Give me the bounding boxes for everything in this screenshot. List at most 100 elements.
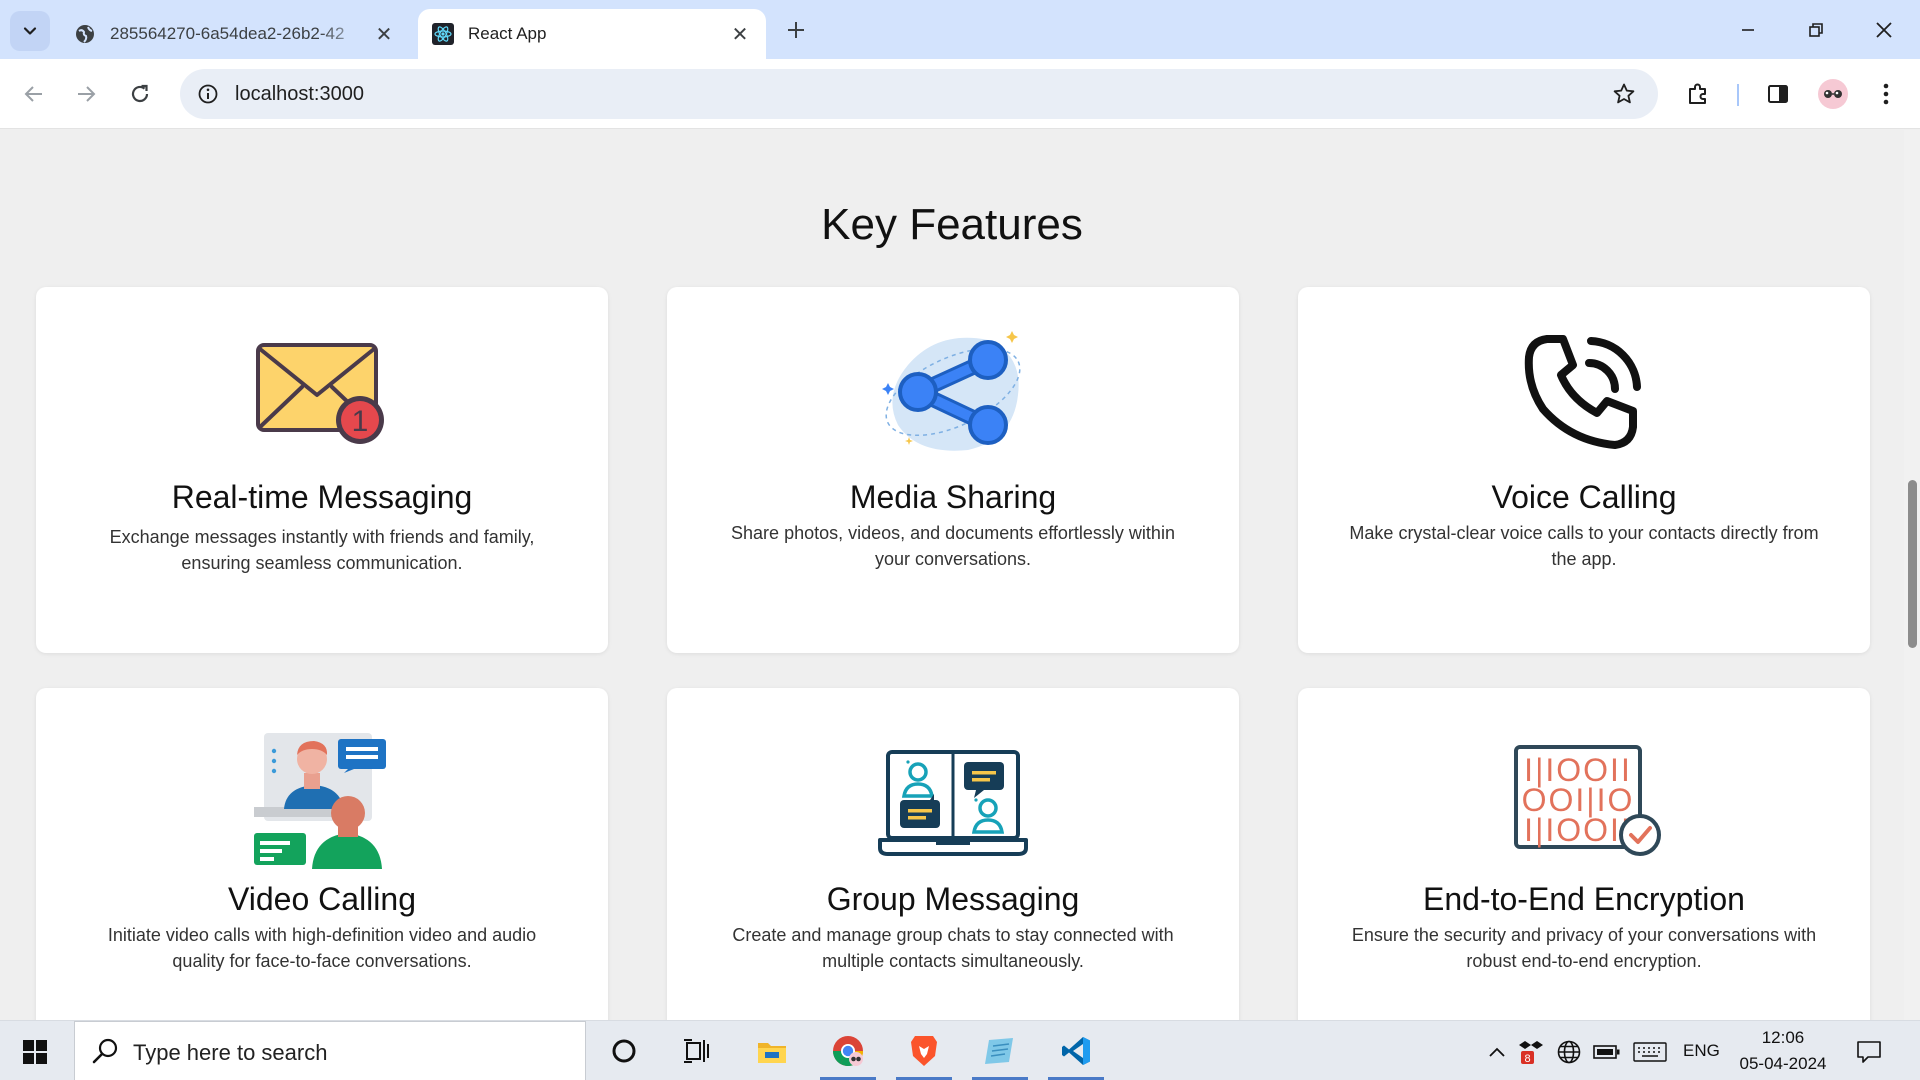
cortana-circle-icon <box>612 1039 636 1063</box>
dropbox-badge-icon: 8 <box>1519 1041 1543 1065</box>
browser-tab-react-app[interactable]: React App ✕ <box>418 9 766 59</box>
close-window-button[interactable] <box>1862 10 1906 50</box>
minimize-icon <box>1742 29 1754 31</box>
globe-network-icon <box>1557 1040 1581 1064</box>
globe-icon <box>74 23 96 45</box>
chrome-icon <box>833 1036 863 1067</box>
tab-title: React App <box>468 24 547 43</box>
feature-card-voice-calling: Voice Calling Make crystal-clear voice c… <box>1298 287 1870 653</box>
reload-icon <box>131 84 149 103</box>
profile-avatar[interactable] <box>1815 76 1851 112</box>
laptop-group-chat-icon <box>667 728 1239 878</box>
notification-badge-count: 1 <box>352 405 369 438</box>
vscode-taskbar-button[interactable] <box>1040 1021 1112 1080</box>
windows-taskbar: Type here to search 8 ENG 12:06 05-04-20… <box>0 1020 1920 1080</box>
share-icon <box>667 317 1239 467</box>
cortana-button[interactable] <box>588 1021 660 1080</box>
page-scrollbar[interactable] <box>1904 130 1920 1020</box>
extensions-button[interactable] <box>1680 76 1716 112</box>
taskbar-search-box[interactable]: Type here to search <box>74 1021 586 1080</box>
browser-tab-image[interactable]: 285564270-6a54dea2-26b2-42 ✕ <box>60 9 410 59</box>
back-button[interactable] <box>14 74 54 114</box>
feature-card-video-calling: Video Calling Initiate video calls with … <box>36 688 608 1020</box>
page-viewport: Key Features 1 Real-time Messaging Excha… <box>0 130 1920 1020</box>
feature-title: Voice Calling <box>1491 479 1677 515</box>
feature-card-media-sharing: Media Sharing Share photos, videos, and … <box>667 287 1239 653</box>
start-button[interactable] <box>15 1035 55 1069</box>
new-tab-button[interactable] <box>780 14 812 46</box>
avatar-icon <box>1818 79 1848 109</box>
phone-call-icon <box>1298 317 1870 467</box>
clock-time: 12:06 <box>1761 1028 1805 1047</box>
search-placeholder: Type here to search <box>133 1040 328 1065</box>
file-explorer-button[interactable] <box>736 1021 808 1080</box>
minimize-button[interactable] <box>1726 10 1770 50</box>
vscode-icon <box>1062 1037 1090 1065</box>
forward-button[interactable] <box>66 74 106 114</box>
side-panel-button[interactable] <box>1760 76 1796 112</box>
binary-row: I|IOOII <box>1524 812 1632 848</box>
feature-description: Ensure the security and privacy of your … <box>1351 925 1817 971</box>
feature-card-realtime-messaging: 1 Real-time Messaging Exchange messages … <box>36 287 608 653</box>
browser-toolbar: localhost:3000 <box>0 59 1920 129</box>
brave-lion-icon <box>911 1036 937 1066</box>
system-clock[interactable]: 12:06 05-04-2024 <box>1730 1025 1836 1077</box>
side-panel-icon <box>1768 85 1788 103</box>
browser-menu-button[interactable] <box>1868 76 1904 112</box>
notification-icon <box>1857 1041 1881 1063</box>
battery-icon <box>1593 1045 1620 1059</box>
tab-search-button[interactable] <box>10 11 50 51</box>
binary-encryption-icon: I|IOOII OOI|IO I|IOOII <box>1298 724 1870 874</box>
feature-card-group-messaging: Group Messaging Create and manage group … <box>667 688 1239 1020</box>
video-call-illustration <box>36 724 608 874</box>
network-button[interactable] <box>1554 1039 1584 1065</box>
feature-title: Video Calling <box>228 881 416 917</box>
close-icon <box>1876 22 1892 38</box>
browser-tab-strip: 285564270-6a54dea2-26b2-42 ✕ React App ✕ <box>0 0 1920 59</box>
tab-title: 285564270-6a54dea2-26b2-42 <box>110 24 345 43</box>
reload-button[interactable] <box>120 74 160 114</box>
notepad-taskbar-button[interactable] <box>964 1021 1036 1080</box>
bookmark-star-icon[interactable] <box>1610 80 1638 108</box>
brave-taskbar-button[interactable] <box>888 1021 960 1080</box>
battery-button[interactable] <box>1590 1039 1624 1065</box>
input-language-indicator[interactable]: ENG <box>1683 1041 1720 1061</box>
feature-title: Media Sharing <box>849 479 1057 515</box>
tray-badge-count: 8 <box>1524 1053 1530 1065</box>
task-view-icon <box>684 1039 709 1063</box>
tray-app-icon[interactable]: 8 <box>1516 1039 1546 1065</box>
toolbar-separator <box>1737 84 1739 106</box>
feature-description: Exchange messages instantly with friends… <box>109 527 535 573</box>
site-info-icon[interactable] <box>192 78 224 110</box>
show-hidden-icons-button[interactable] <box>1482 1039 1512 1065</box>
close-tab-icon[interactable]: ✕ <box>728 22 752 46</box>
feature-title: Real-time Messaging <box>171 479 473 515</box>
address-bar[interactable]: localhost:3000 <box>180 69 1658 119</box>
address-text[interactable]: localhost:3000 <box>235 83 364 106</box>
close-tab-icon[interactable]: ✕ <box>372 22 396 46</box>
keyboard-icon <box>1633 1042 1667 1062</box>
feature-description: Share photos, videos, and documents effo… <box>731 523 1175 569</box>
scrollbar-thumb[interactable] <box>1908 480 1917 648</box>
chrome-taskbar-button[interactable] <box>812 1021 884 1080</box>
clock-date: 05-04-2024 <box>1739 1054 1827 1073</box>
task-view-button[interactable] <box>660 1021 732 1080</box>
feature-title: Group Messaging <box>826 881 1080 917</box>
feature-description: Make crystal-clear voice calls to your c… <box>1349 523 1819 569</box>
arrow-left-icon <box>24 86 42 102</box>
plus-icon <box>788 22 804 38</box>
react-logo-icon <box>432 23 454 45</box>
feature-description: Create and manage group chats to stay co… <box>732 925 1174 971</box>
feature-card-encryption: I|IOOII OOI|IO I|IOOII End-to-End Encryp… <box>1298 688 1870 1020</box>
folder-icon <box>758 1043 786 1063</box>
puzzle-icon <box>1689 83 1706 104</box>
touch-keyboard-button[interactable] <box>1630 1039 1670 1065</box>
envelope-notification-icon: 1 <box>36 317 608 467</box>
restore-button[interactable] <box>1794 10 1838 50</box>
windows-logo-icon <box>23 1040 47 1064</box>
more-vertical-icon <box>1883 83 1889 105</box>
restore-icon <box>1809 23 1823 37</box>
notification-center-button[interactable] <box>1852 1035 1886 1069</box>
feature-description: Initiate video calls with high-definitio… <box>107 925 537 971</box>
search-icon <box>91 1036 121 1071</box>
